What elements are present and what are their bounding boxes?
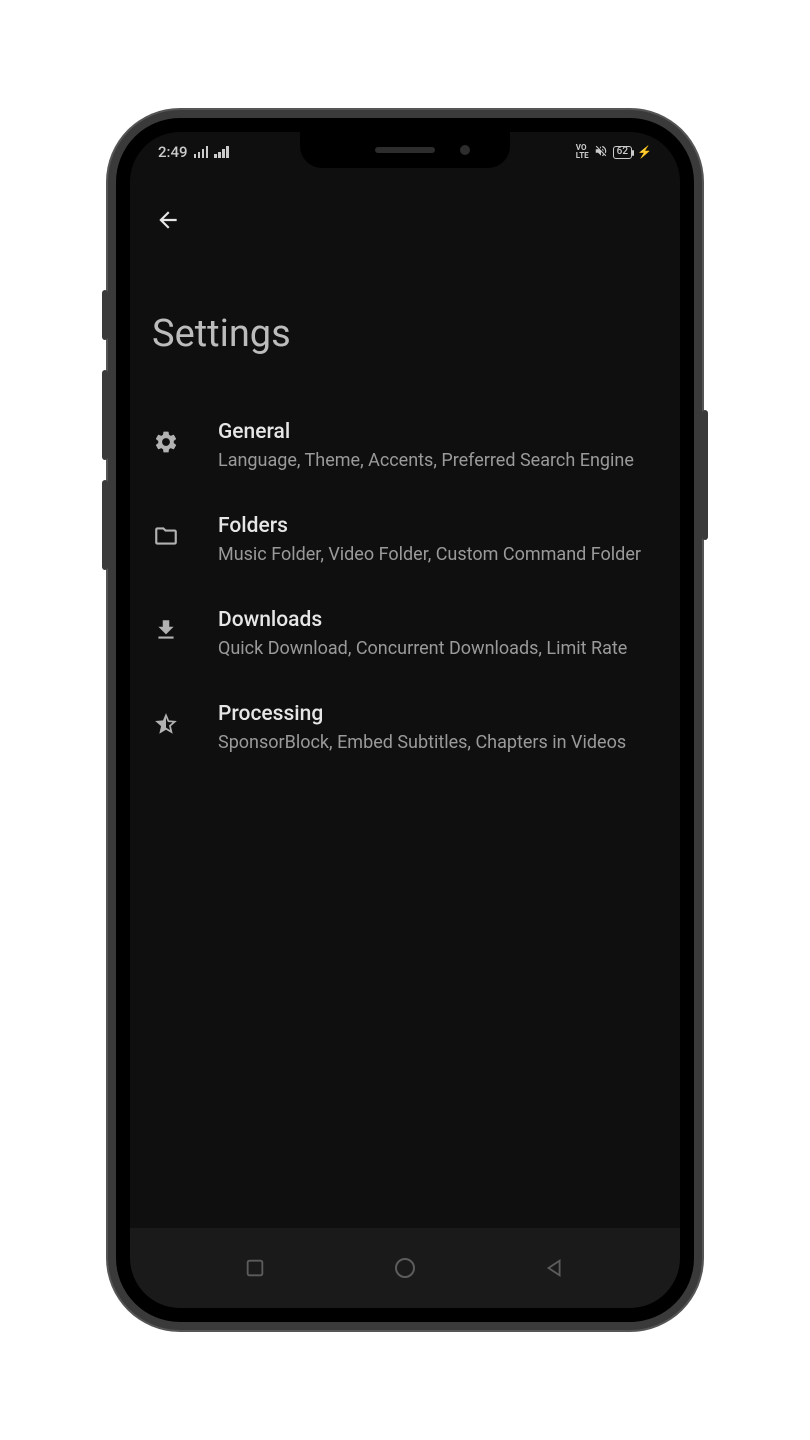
back-button[interactable] <box>148 202 188 242</box>
charging-icon: ⚡ <box>637 145 652 159</box>
page-title: Settings <box>148 312 662 356</box>
star-half-icon <box>152 710 180 738</box>
nav-back-button[interactable] <box>525 1248 585 1288</box>
status-right: VO LTE 62 ⚡ <box>576 144 652 161</box>
item-text: Processing SponsorBlock, Embed Subtitles… <box>218 702 658 756</box>
app-content: Settings General Language, Theme, Accent… <box>130 172 680 1228</box>
item-subtitle: SponsorBlock, Embed Subtitles, Chapters … <box>218 730 658 756</box>
item-title: Processing <box>218 702 658 726</box>
speaker <box>375 147 435 153</box>
item-title: General <box>218 420 658 444</box>
square-icon <box>244 1257 266 1279</box>
settings-item-processing[interactable]: Processing SponsorBlock, Embed Subtitles… <box>148 682 662 776</box>
download-icon <box>152 616 180 644</box>
item-subtitle: Quick Download, Concurrent Downloads, Li… <box>218 636 658 662</box>
settings-item-general[interactable]: General Language, Theme, Accents, Prefer… <box>148 400 662 494</box>
screen: 2:49 VO LTE 62 ⚡ <box>130 132 680 1308</box>
front-camera <box>460 145 470 155</box>
signal-icon <box>214 146 229 158</box>
item-text: Downloads Quick Download, Concurrent Dow… <box>218 608 658 662</box>
settings-item-downloads[interactable]: Downloads Quick Download, Concurrent Dow… <box>148 588 662 682</box>
item-text: Folders Music Folder, Video Folder, Cust… <box>218 514 658 568</box>
arrow-back-icon <box>155 207 181 237</box>
item-title: Downloads <box>218 608 658 632</box>
battery-level: 62 <box>617 147 628 157</box>
volume-up-button <box>102 370 108 460</box>
signal-icon <box>194 146 209 158</box>
settings-item-folders[interactable]: Folders Music Folder, Video Folder, Cust… <box>148 494 662 588</box>
network-type: VO LTE <box>576 144 589 160</box>
item-subtitle: Language, Theme, Accents, Preferred Sear… <box>218 448 658 474</box>
phone-bezel: 2:49 VO LTE 62 ⚡ <box>116 118 694 1322</box>
triangle-icon <box>544 1257 566 1279</box>
volume-down-button <box>102 480 108 570</box>
power-button <box>702 410 708 540</box>
folder-icon <box>152 522 180 550</box>
item-subtitle: Music Folder, Video Folder, Custom Comma… <box>218 542 658 568</box>
circle-icon <box>393 1256 417 1280</box>
phone-frame: 2:49 VO LTE 62 ⚡ <box>108 110 702 1330</box>
mute-icon <box>594 144 608 161</box>
gear-icon <box>152 428 180 456</box>
side-button <box>102 290 108 340</box>
nav-home-button[interactable] <box>375 1248 435 1288</box>
status-time: 2:49 <box>158 143 188 161</box>
navigation-bar <box>130 1228 680 1308</box>
status-left: 2:49 <box>158 143 229 161</box>
battery-indicator: 62 <box>613 146 632 159</box>
nav-recent-button[interactable] <box>225 1248 285 1288</box>
item-title: Folders <box>218 514 658 538</box>
notch <box>300 132 510 168</box>
item-text: General Language, Theme, Accents, Prefer… <box>218 420 658 474</box>
